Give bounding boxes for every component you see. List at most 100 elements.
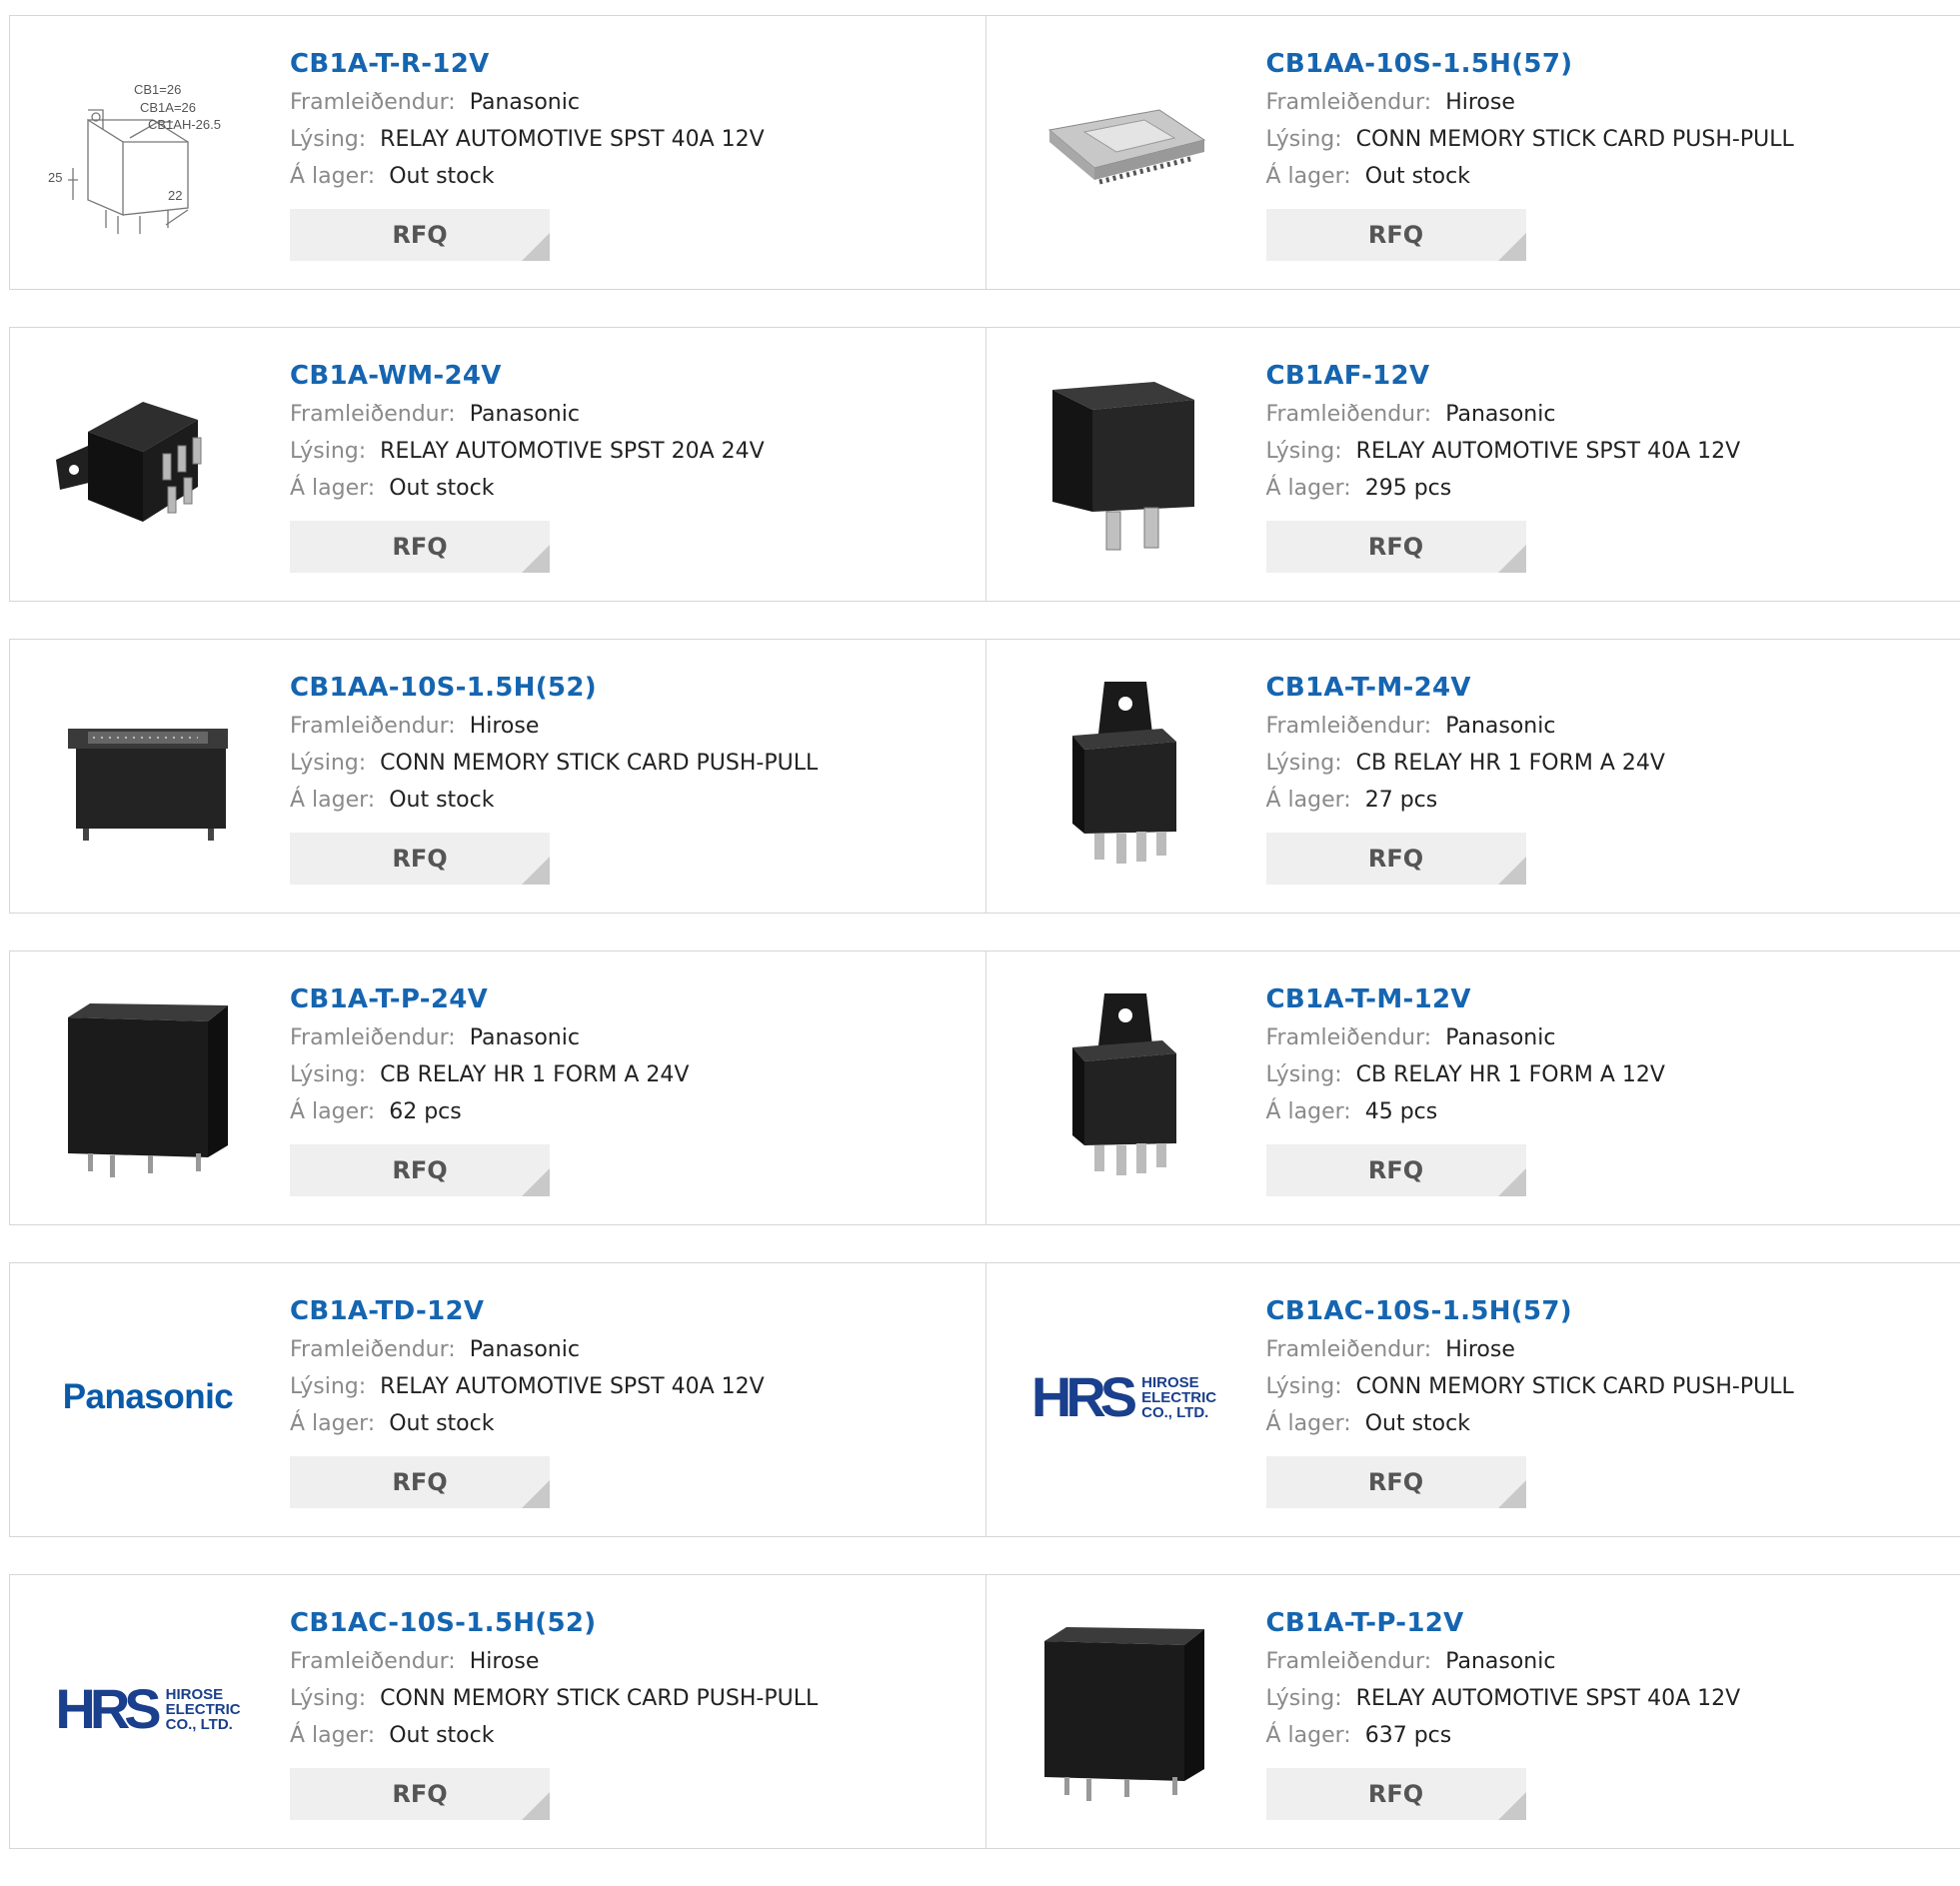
product-card: CB1AA-10S-1.5H(57) Framleiðendur:Hirose …	[985, 16, 1960, 289]
description-row: Lýsing:CB RELAY HR 1 FORM A 24V	[1266, 745, 1665, 782]
description-value: CONN MEMORY STICK CARD PUSH-PULL	[1356, 127, 1794, 152]
description-value: CONN MEMORY STICK CARD PUSH-PULL	[1356, 1374, 1794, 1399]
manufacturer-label: Framleiðendur:	[1266, 1025, 1432, 1050]
product-info: CB1A-T-P-24V Framleiðendur:Panasonic Lýs…	[290, 981, 689, 1196]
rfq-button[interactable]: RFQ	[290, 521, 550, 573]
drawing-label-cb1: CB1=26	[134, 82, 181, 97]
product-image[interactable]: Panasonic	[48, 1297, 248, 1497]
product-title-link[interactable]: CB1A-T-R-12V	[290, 46, 765, 84]
corner-triangle-icon	[1498, 1792, 1526, 1820]
stock-label: Á lager:	[290, 1099, 375, 1124]
description-label: Lýsing:	[290, 1062, 366, 1087]
corner-triangle-icon	[1498, 1168, 1526, 1196]
description-value: CB RELAY HR 1 FORM A 24V	[1356, 751, 1665, 776]
product-title-link[interactable]: CB1A-T-P-12V	[1266, 1605, 1741, 1643]
drawing-label-height: 25	[48, 170, 62, 185]
product-card: CB1A-T-M-12V Framleiðendur:Panasonic Lýs…	[985, 951, 1960, 1224]
stock-row: Á lager:Out stock	[1266, 158, 1794, 195]
rfq-button[interactable]: RFQ	[290, 209, 550, 261]
logo-line: ELECTRIC	[1141, 1390, 1216, 1405]
stock-row: Á lager:45 pcs	[1266, 1093, 1665, 1130]
product-title-link[interactable]: CB1AF-12V	[1266, 358, 1741, 396]
drawing-label-cb1a: CB1A=26	[140, 100, 196, 115]
rfq-button[interactable]: RFQ	[1266, 1456, 1526, 1508]
product-title-link[interactable]: CB1A-TD-12V	[290, 1293, 765, 1331]
description-row: Lýsing:CB RELAY HR 1 FORM A 24V	[290, 1056, 689, 1093]
manufacturer-row: Framleiðendur:Panasonic	[1266, 708, 1665, 745]
product-title-link[interactable]: CB1A-T-M-24V	[1266, 670, 1665, 708]
rfq-label: RFQ	[1368, 1780, 1423, 1808]
product-info: CB1AF-12V Framleiðendur:Panasonic Lýsing…	[1266, 358, 1741, 573]
stock-value: 45 pcs	[1365, 1099, 1438, 1124]
product-card: CB1=26 CB1A=26 CB1AH-26.5 25 22 CB1A-T-R…	[10, 16, 985, 289]
product-image[interactable]	[1024, 362, 1224, 562]
manufacturer-label: Framleiðendur:	[290, 1025, 456, 1050]
rfq-button[interactable]: RFQ	[1266, 521, 1526, 573]
description-label: Lýsing:	[1266, 1686, 1342, 1711]
stock-value: 295 pcs	[1365, 476, 1452, 501]
rfq-label: RFQ	[392, 221, 447, 249]
rfq-button[interactable]: RFQ	[1266, 1144, 1526, 1196]
product-image[interactable]: HRS HIROSE ELECTRIC CO., LTD.	[48, 1609, 248, 1809]
stock-label: Á lager:	[1266, 1411, 1351, 1436]
product-title-link[interactable]: CB1AA-10S-1.5H(52)	[290, 670, 818, 708]
manufacturer-value: Hirose	[1445, 1337, 1515, 1362]
rfq-label: RFQ	[392, 1468, 447, 1496]
stock-label: Á lager:	[1266, 1723, 1351, 1748]
description-value: CB RELAY HR 1 FORM A 12V	[1356, 1062, 1665, 1087]
product-title-link[interactable]: CB1A-T-M-12V	[1266, 981, 1665, 1019]
product-info: CB1A-T-R-12V Framleiðendur:Panasonic Lýs…	[290, 46, 765, 261]
product-title-link[interactable]: CB1AA-10S-1.5H(57)	[1266, 46, 1794, 84]
stock-label: Á lager:	[290, 1723, 375, 1748]
manufacturer-row: Framleiðendur: Panasonic	[290, 1331, 765, 1368]
rfq-button[interactable]: RFQ	[290, 1144, 550, 1196]
product-title-link[interactable]: CB1A-T-P-24V	[290, 981, 689, 1019]
rfq-button[interactable]: RFQ	[1266, 833, 1526, 885]
stock-label: Á lager:	[290, 788, 375, 813]
stock-value: Out stock	[389, 1411, 494, 1436]
description-row: Lýsing:CONN MEMORY STICK CARD PUSH-PULL	[1266, 1368, 1794, 1405]
corner-triangle-icon	[522, 1168, 550, 1196]
manufacturer-value: Panasonic	[470, 1337, 580, 1362]
hirose-logo: HRS HIROSE ELECTRIC CO., LTD.	[55, 1681, 240, 1737]
corner-triangle-icon	[1498, 1480, 1526, 1508]
product-row: CB1A-WM-24V Framleiðendur:Panasonic Lýsi…	[9, 327, 1960, 602]
product-image[interactable]: CB1=26 CB1A=26 CB1AH-26.5 25 22	[48, 50, 248, 250]
logo-line: HIROSE	[1141, 1375, 1216, 1390]
product-info: CB1A-T-M-12V Framleiðendur:Panasonic Lýs…	[1266, 981, 1665, 1196]
logo-line: CO., LTD.	[1141, 1405, 1216, 1420]
product-image[interactable]	[1024, 50, 1224, 250]
description-label: Lýsing:	[290, 1374, 366, 1399]
stock-value: Out stock	[389, 476, 494, 501]
product-image[interactable]	[48, 674, 248, 874]
corner-triangle-icon	[522, 1792, 550, 1820]
rfq-button[interactable]: RFQ	[1266, 1768, 1526, 1820]
rfq-button[interactable]: RFQ	[290, 833, 550, 885]
product-image[interactable]	[1024, 674, 1224, 874]
product-image[interactable]	[1024, 1609, 1224, 1809]
product-title-link[interactable]: CB1AC-10S-1.5H(57)	[1266, 1293, 1794, 1331]
manufacturer-label: Framleiðendur:	[290, 1337, 456, 1362]
product-image[interactable]	[48, 985, 248, 1185]
product-info: CB1AA-10S-1.5H(57) Framleiðendur:Hirose …	[1266, 46, 1794, 261]
rfq-button[interactable]: RFQ	[290, 1768, 550, 1820]
rfq-button[interactable]: RFQ	[290, 1456, 550, 1508]
product-row: CB1=26 CB1A=26 CB1AH-26.5 25 22 CB1A-T-R…	[9, 15, 1960, 290]
product-title-link[interactable]: CB1AC-10S-1.5H(52)	[290, 1605, 818, 1643]
logo-line: CO., LTD.	[166, 1717, 241, 1732]
corner-triangle-icon	[1498, 857, 1526, 885]
description-value: RELAY AUTOMOTIVE SPST 40A 12V	[380, 127, 765, 152]
rfq-button[interactable]: RFQ	[1266, 209, 1526, 261]
drawing-label-cb1ah: CB1AH-26.5	[148, 117, 221, 132]
product-image[interactable]	[48, 362, 248, 562]
stock-label: Á lager:	[1266, 476, 1351, 501]
product-image[interactable]	[1024, 985, 1224, 1185]
product-image[interactable]: HRS HIROSE ELECTRIC CO., LTD.	[1024, 1297, 1224, 1497]
product-card: CB1A-T-P-12V Framleiðendur:Panasonic Lýs…	[985, 1575, 1960, 1848]
manufacturer-value: Panasonic	[470, 90, 580, 115]
hirose-logo-mark: HRS	[55, 1681, 155, 1737]
drawing-label-width: 22	[168, 188, 182, 203]
corner-triangle-icon	[522, 545, 550, 573]
product-title-link[interactable]: CB1A-WM-24V	[290, 358, 765, 396]
rfq-label: RFQ	[1368, 1156, 1423, 1184]
